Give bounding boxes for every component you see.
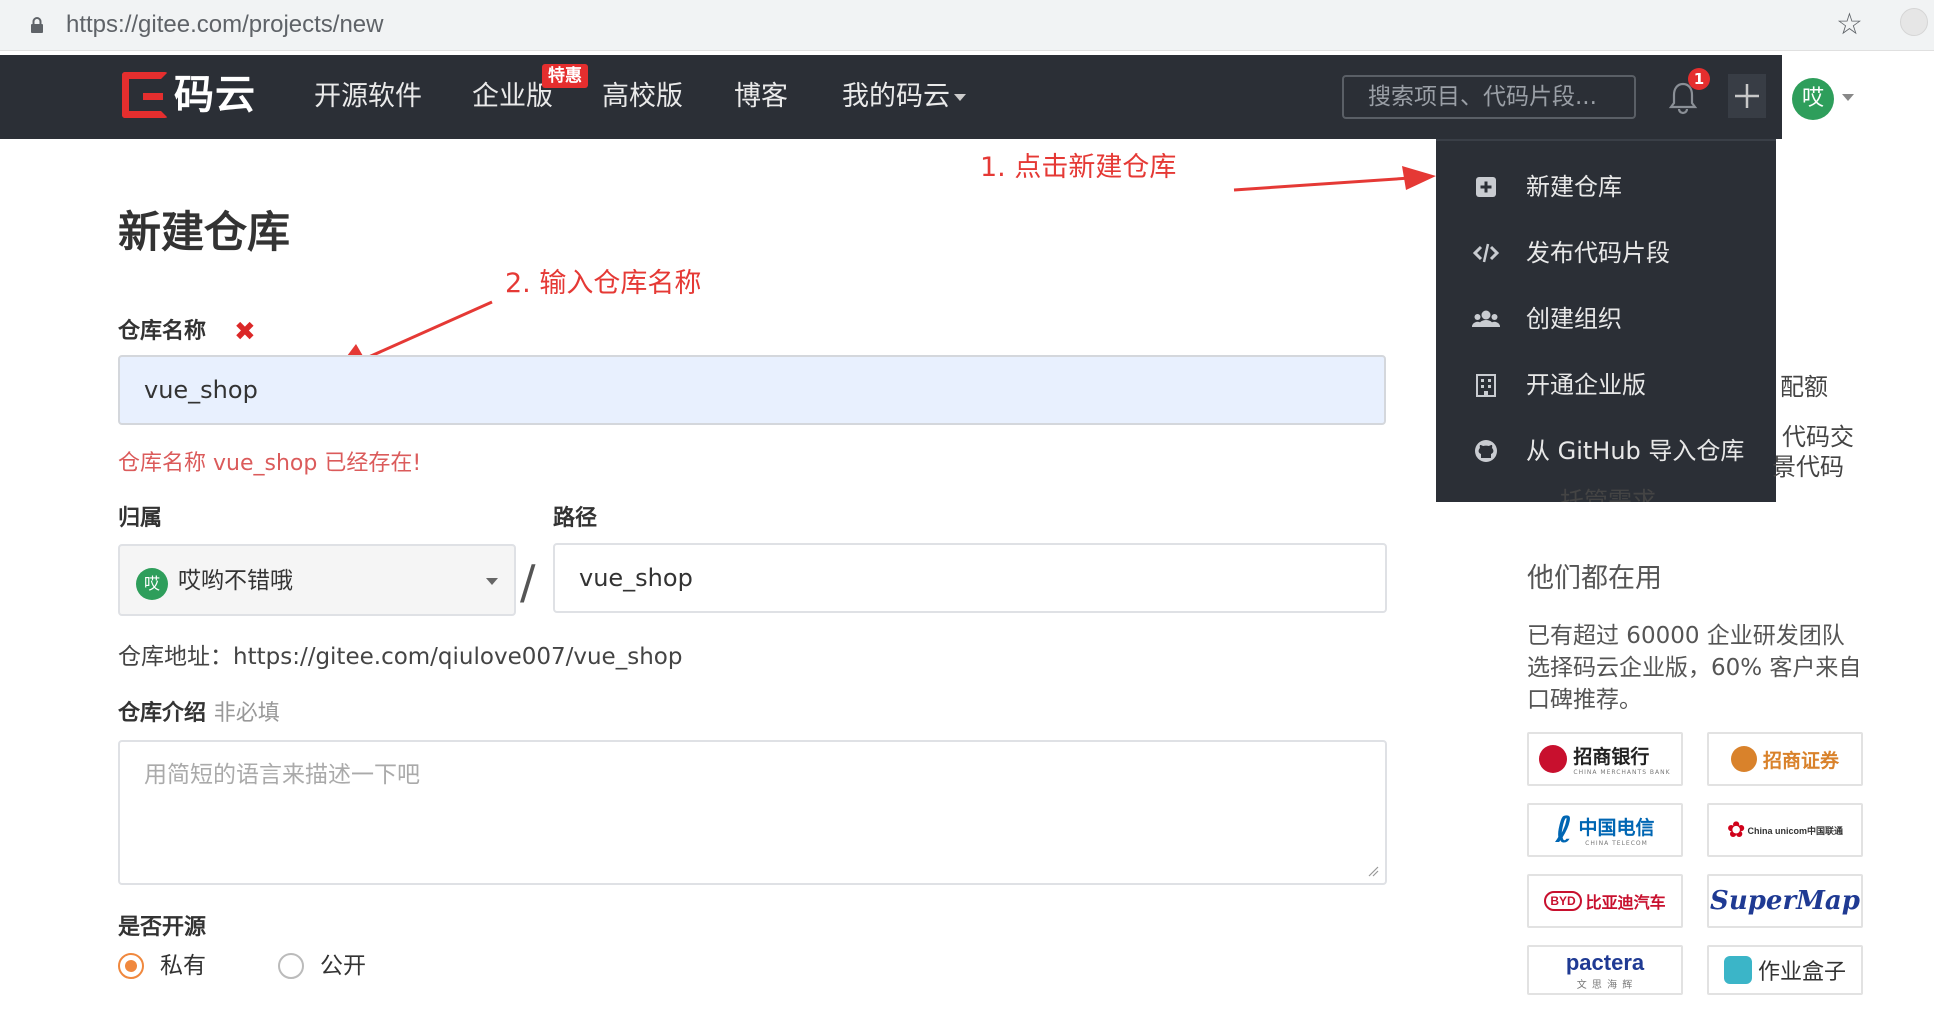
building-icon [1476,374,1496,397]
path-input[interactable]: vue_shop [553,543,1387,613]
desc-label-text: 仓库介绍 [118,701,207,726]
menu-item-new-repo[interactable]: 新建仓库 [1436,157,1776,217]
nav-blog[interactable]: 博客 [734,80,788,114]
customer-logo-name: 作业盒子 [1757,960,1846,985]
notification-count-badge: 1 [1688,68,1710,90]
owner-label: 归属 [118,506,163,531]
customer-logo-sub: 文 思 海 辉 [1576,979,1634,991]
code-icon [1472,243,1500,263]
owner-select[interactable]: 哎 哎哟不错哦 [118,544,516,616]
sidebar-partial-text-3: 景代码 [1772,453,1844,481]
owner-name: 哎哟不错哦 [178,568,293,594]
bookmark-star-icon[interactable]: ☆ [1836,10,1863,40]
extension-icon[interactable] [1900,8,1928,36]
nav-open-source[interactable]: 开源软件 [314,80,422,114]
menu-item-label: 从 GitHub 导入仓库 [1526,437,1745,465]
annotation-arrow-1 [1233,166,1436,192]
visibility-label: 是否开源 [118,915,207,940]
nav-enterprise[interactable]: 企业版 [472,80,553,114]
sidebar-heading: 他们都在用 [1527,563,1662,594]
repo-url-text: 仓库地址：https://gitee.com/qiulove007/vue_sh… [118,644,683,670]
byd-logo-icon: BYD [1544,891,1582,911]
logo-text: 码云 [174,72,256,118]
desc-optional-hint: 非必填 [213,701,280,726]
repo-name-input[interactable]: vue_shop [118,355,1386,425]
customer-logo-sub: CHINA MERCHANTS BANK [1573,769,1671,776]
customer-logo-sub: CHINA TELECOM [1585,840,1648,847]
path-label: 路径 [553,506,598,531]
menu-item-new-snippet[interactable]: 发布代码片段 [1436,223,1776,283]
sidebar-partial-text-2: 代码交 [1782,423,1854,451]
nav-my-gitee-label: 我的码云 [842,81,950,112]
annotation-step1: 1. 点击新建仓库 [980,152,1177,183]
radio-public-label[interactable]: 公开 [320,951,366,981]
customer-logo-zuoyehezi: 作业盒子 [1707,945,1863,995]
customer-logo-name: 招商证券 [1762,749,1839,772]
user-avatar[interactable]: 哎 [1792,78,1834,120]
cms-logo-icon [1730,746,1757,772]
menu-item-label: 新建仓库 [1526,173,1622,201]
radio-private[interactable] [118,953,144,979]
sidebar-partial-text-1: 配额 [1780,373,1828,401]
chevron-down-icon [486,578,498,585]
repo-name-error: 仓库名称 vue_shop 已经存在! [118,451,422,476]
menu-item-label: 发布代码片段 [1526,239,1670,267]
menu-item-label: 开通企业版 [1526,371,1646,399]
customer-logo-byd: BYD 比亚迪汽车 [1527,874,1683,928]
zuoyehezi-logo-icon [1723,956,1752,984]
menu-item-import-github[interactable]: 从 GitHub 导入仓库 [1436,421,1776,481]
gitee-logo[interactable]: 码云 [122,72,256,118]
customer-logo-cms: 招商证券 [1707,732,1863,786]
customer-logo-name: 比亚迪汽车 [1585,893,1666,912]
resize-grip-icon[interactable] [1367,865,1379,877]
plus-square-icon [1476,177,1496,197]
menu-item-create-org[interactable]: 创建组织 [1436,289,1776,349]
description-textarea[interactable]: 用简短的语言来描述一下吧 [118,740,1387,885]
path-separator: / [520,555,536,609]
logo-g-icon [122,72,168,118]
cmb-logo-icon [1539,745,1568,773]
users-icon [1472,310,1500,327]
sidebar-description: 已有超过 60000 企业研发团队选择码云企业版，60% 客户来自口碑推荐。 [1527,623,1862,713]
customer-logo-name: SuperMap [1710,886,1860,916]
telecom-logo-icon: ℓ [1555,809,1573,851]
url-text[interactable]: https://gitee.com/projects/new [66,12,383,38]
chevron-down-icon [954,94,966,101]
menu-item-label: 创建组织 [1526,305,1622,333]
lock-icon [31,17,43,33]
github-icon [1475,440,1497,462]
radio-public[interactable] [278,953,304,979]
desc-label: 仓库介绍 非必填 [118,700,280,728]
annotation-step2: 2. 输入仓库名称 [505,268,702,299]
avatar-chevron-down-icon[interactable] [1842,94,1854,101]
search-input[interactable]: 搜索项目、代码片段... [1342,75,1636,119]
page-title: 新建仓库 [118,208,290,258]
enterprise-promo-badge: 特惠 [542,64,588,88]
radio-private-label[interactable]: 私有 [160,951,206,981]
description-placeholder: 用简短的语言来描述一下吧 [144,762,420,788]
create-dropdown-menu: 新建仓库 发布代码片段 创建组织 开通企业版 从 GitHub 导入仓库 [1436,139,1776,502]
nav-university[interactable]: 高校版 [602,80,683,114]
customer-logo-name: pactera [1565,949,1645,975]
nav-my-gitee[interactable]: 我的码云 [842,80,966,114]
customer-logo-pactera: pactera 文 思 海 辉 [1527,945,1683,995]
customer-logo-name: China unicom中国联通 [1747,825,1843,836]
customer-logo-name: 招商银行 [1573,746,1650,768]
plus-icon[interactable] [1728,74,1766,118]
url-bar[interactable]: https://gitee.com/projects/new ☆ [6,4,1876,46]
unicom-logo-icon: ✿ [1727,817,1746,843]
owner-avatar: 哎 [136,568,168,600]
repo-name-label: 仓库名称 [118,319,207,344]
browser-address-bar: https://gitee.com/projects/new ☆ [0,0,1934,51]
menu-item-enterprise[interactable]: 开通企业版 [1436,355,1776,415]
customer-logo-unicom: ✿ China unicom中国联通 [1707,803,1863,857]
customer-logo-telecom: ℓ 中国电信 CHINA TELECOM [1527,803,1683,857]
customer-logo-supermap: SuperMap [1707,874,1863,928]
sidebar-partial-text-4: 托管需求 [1560,488,1656,502]
error-x-icon: ✖ [234,317,256,347]
customer-logo-name: 中国电信 [1578,817,1655,839]
customer-logo-cmb: 招商银行 CHINA MERCHANTS BANK [1527,732,1683,786]
